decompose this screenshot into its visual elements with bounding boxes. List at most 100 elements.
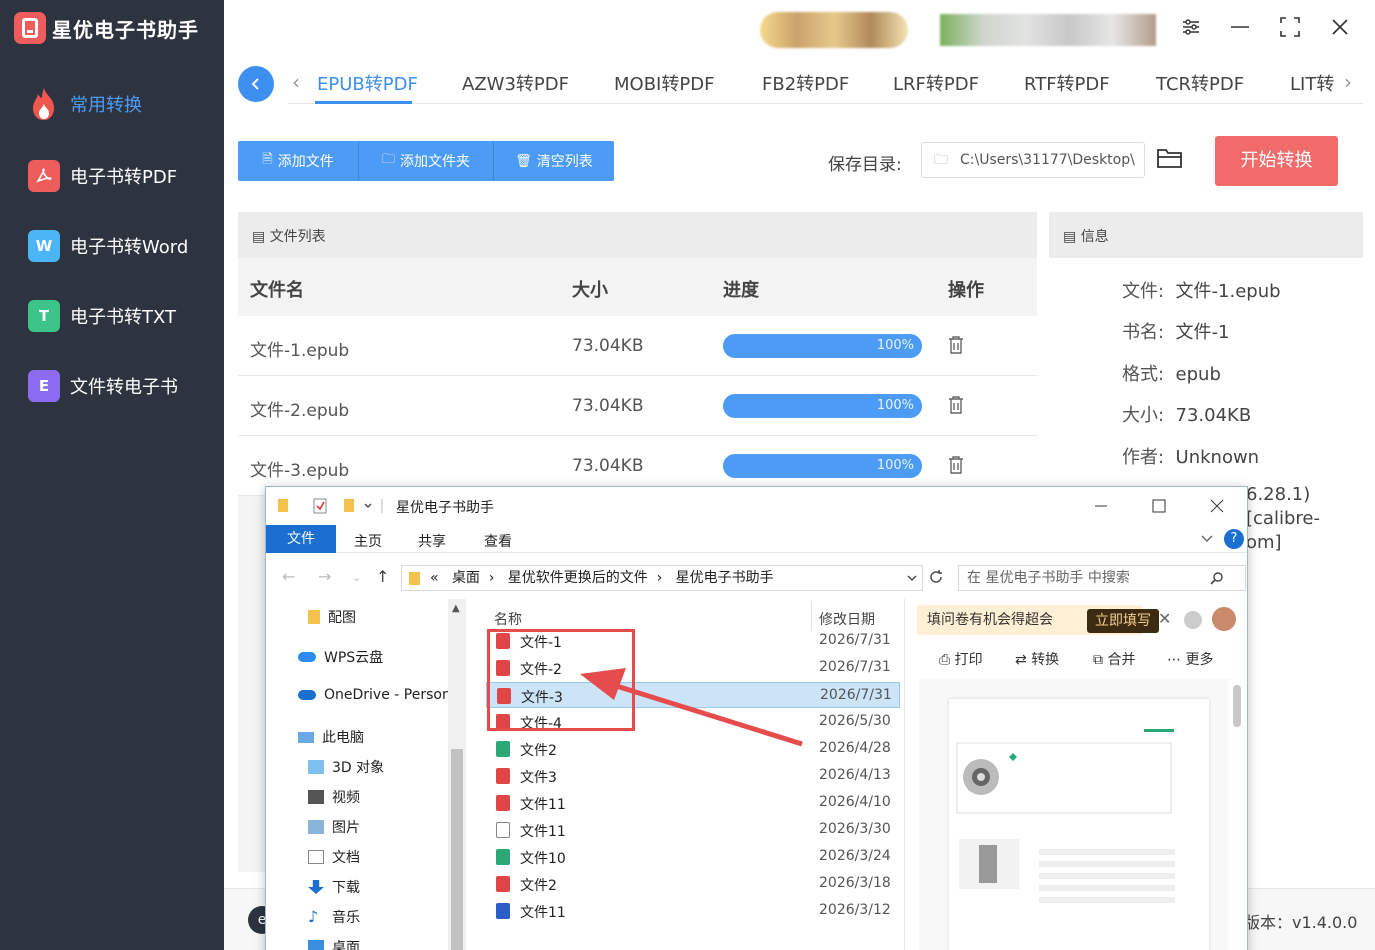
list-item[interactable]: 文件11 2026/3/12 — [486, 898, 900, 924]
more-button[interactable]: ⋯ 更多 — [1167, 649, 1213, 669]
delete-icon[interactable] — [948, 395, 964, 415]
minimize-icon[interactable] — [1227, 16, 1253, 42]
add-file-button[interactable]: 🗎 添加文件 — [238, 141, 359, 181]
list-item[interactable]: 文件11 2026/3/30 — [486, 817, 900, 843]
maximize-icon[interactable] — [1277, 16, 1303, 42]
tree-item-wps[interactable]: WPS云盘 — [298, 647, 383, 667]
app-logo-icon — [14, 12, 46, 44]
delete-icon[interactable] — [948, 335, 964, 355]
explorer-titlebar: 星优电子书助手 — [266, 487, 1247, 525]
tree-item-pictures[interactable]: 图片 — [308, 817, 360, 837]
maximize-icon[interactable] — [1150, 497, 1168, 515]
recent-chevron-icon[interactable]: ⌄ — [352, 571, 361, 584]
tree-item-downloads[interactable]: 下载 — [308, 877, 360, 897]
progress-bar: 100% — [723, 394, 922, 418]
sidebar-item-txt[interactable]: T 电子书转TXT — [28, 300, 176, 332]
quick-access-toolbar[interactable] — [276, 497, 386, 515]
tab-scroll-left-icon[interactable]: ‹ — [292, 70, 300, 94]
tree-item-music[interactable]: ♪ 音乐 — [308, 907, 360, 927]
breadcrumb-desktop[interactable]: 桌面 — [452, 570, 480, 586]
ribbon-tab-file[interactable]: 文件 — [266, 525, 336, 553]
save-dir-input[interactable]: 🗀 C:\Users\31177\Desktop\ — [921, 142, 1145, 178]
ribbon-tab-view[interactable]: 查看 — [484, 531, 512, 551]
sidebar-item-word[interactable]: W 电子书转Word — [28, 230, 188, 262]
settings-icon[interactable] — [1184, 611, 1202, 629]
column-date[interactable]: 修改日期 — [819, 609, 875, 629]
navigation-scrollbar[interactable]: ▲ — [448, 599, 466, 950]
sidebar-item-pdf[interactable]: 电子书转PDF — [28, 160, 177, 192]
breadcrumb-current[interactable]: 星优电子书助手 — [676, 570, 774, 586]
merge-icon: ⧉ — [1093, 652, 1108, 668]
tree-item-onedrive[interactable]: OneDrive - Person — [298, 687, 451, 703]
info-author: 作者: Unknown — [1122, 447, 1260, 468]
tree-item-this-pc[interactable]: 此电脑 — [298, 727, 364, 747]
version-label: 版本：v1.4.0.0 — [1244, 913, 1358, 932]
tab-lrf-pdf[interactable]: LRF转PDF — [893, 70, 979, 96]
tab-tcr-pdf[interactable]: TCR转PDF — [1156, 70, 1244, 96]
tab-lit[interactable]: LIT转 — [1290, 70, 1334, 96]
list-item[interactable]: 文件2 2026/3/18 — [486, 871, 900, 897]
list-item[interactable]: 文件10 2026/3/24 — [486, 844, 900, 870]
tab-scroll-right-icon[interactable]: › — [1344, 70, 1352, 94]
tab-mobi-pdf[interactable]: MOBI转PDF — [614, 70, 714, 96]
blurred-user-info[interactable] — [940, 14, 1156, 46]
tree-item-peitu[interactable]: 配图 — [308, 607, 356, 627]
column-name[interactable]: 名称 — [494, 609, 522, 629]
file-list-title: 文件列表 — [269, 229, 326, 245]
table-row[interactable]: 文件-1.epub 73.04KB 100% — [238, 316, 1037, 376]
ribbon-tab-home[interactable]: 主页 — [354, 531, 382, 551]
search-input[interactable]: 在 星优电子书助手 中搜索 — [958, 565, 1246, 591]
cloud-icon — [298, 690, 316, 700]
back-arrow-icon[interactable]: ← — [282, 567, 295, 586]
promo-fill-button[interactable]: 立即填写 — [1087, 609, 1159, 633]
chevron-down-icon[interactable] — [906, 572, 918, 584]
blurred-account-badge[interactable] — [760, 12, 908, 48]
search-icon[interactable] — [1210, 571, 1224, 585]
delete-icon[interactable] — [948, 455, 964, 475]
tree-item-3d[interactable]: 3D 对象 — [308, 757, 384, 777]
chevron-down-icon[interactable] — [1200, 533, 1214, 545]
back-button[interactable] — [238, 66, 274, 102]
cube-icon — [308, 760, 324, 774]
breadcrumb-converted[interactable]: 星优软件更换后的文件 — [508, 570, 648, 586]
list-item[interactable]: 文件11 2026/4/10 — [486, 790, 900, 816]
tab-azw3-pdf[interactable]: AZW3转PDF — [462, 70, 569, 96]
promo-banner[interactable]: 填问卷有机会得超会 立即填写 — [917, 605, 1159, 635]
help-icon[interactable]: ? — [1224, 529, 1244, 549]
close-icon[interactable]: ✕ — [1158, 609, 1171, 628]
clear-list-button[interactable]: 🗑 清空列表 — [494, 141, 614, 181]
preview-scrollbar[interactable] — [1229, 681, 1245, 950]
list-item[interactable]: 文件3 2026/4/13 — [486, 763, 900, 789]
tree-item-documents[interactable]: 文档 — [308, 847, 360, 867]
table-row[interactable]: 文件-2.epub 73.04KB 100% — [238, 376, 1037, 436]
add-folder-button[interactable]: 🗀 添加文件夹 — [359, 141, 494, 181]
tab-fb2-pdf[interactable]: FB2转PDF — [762, 70, 849, 96]
sidebar-item-ebook[interactable]: E 文件转电子书 — [28, 370, 178, 402]
info-title-field: 书名: 文件-1 — [1122, 322, 1230, 343]
avatar[interactable] — [1212, 607, 1236, 631]
convert-button[interactable]: ⇄ 转换 — [1015, 649, 1059, 669]
minimize-icon[interactable] — [1092, 497, 1110, 515]
document-preview[interactable] — [919, 679, 1229, 950]
browse-folder-icon[interactable] — [1156, 145, 1186, 175]
up-arrow-icon[interactable]: ↑ — [376, 567, 389, 586]
scrollbar-thumb[interactable] — [451, 749, 463, 950]
address-bar[interactable]: « 桌面 › 星优软件更换后的文件 › 星优电子书助手 — [401, 565, 923, 591]
close-icon[interactable] — [1327, 16, 1353, 42]
tree-item-desktop[interactable]: 桌面 — [308, 937, 360, 950]
merge-button[interactable]: ⧉ 合并 — [1093, 649, 1135, 669]
settings-icon[interactable] — [1178, 16, 1204, 42]
tab-epub-pdf[interactable]: EPUB转PDF — [317, 70, 418, 96]
column-progress: 进度 — [723, 280, 759, 301]
column-action: 操作 — [948, 280, 984, 301]
tab-rtf-pdf[interactable]: RTF转PDF — [1024, 70, 1110, 96]
epub-file-icon — [496, 741, 510, 757]
start-convert-button[interactable]: 开始转换 — [1215, 136, 1338, 186]
tree-item-video[interactable]: 视频 — [308, 787, 360, 807]
close-icon[interactable] — [1208, 497, 1226, 515]
refresh-icon[interactable] — [928, 569, 944, 585]
forward-arrow-icon[interactable]: → — [318, 567, 331, 586]
ribbon-tab-share[interactable]: 共享 — [418, 531, 446, 551]
print-button[interactable]: ⎙ 打印 — [939, 649, 983, 669]
sidebar-item-common[interactable]: 常用转换 — [28, 88, 142, 120]
